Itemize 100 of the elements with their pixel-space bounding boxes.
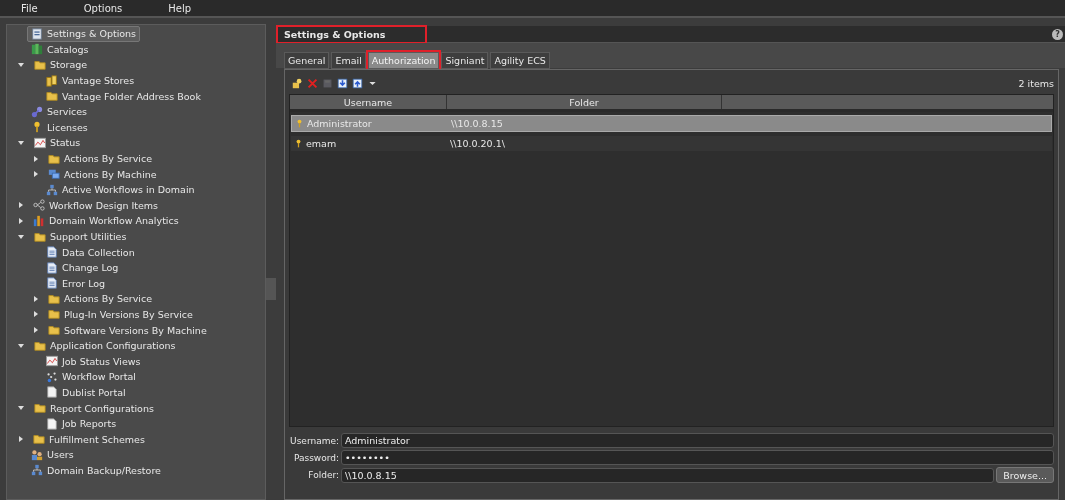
input-field[interactable]: \\10.0.8.15 <box>341 467 995 483</box>
chart-icon <box>46 355 58 368</box>
add-key-icon[interactable] <box>292 77 303 89</box>
tree-item[interactable]: Domain Backup/Restore <box>27 462 165 479</box>
collapse-caret-icon[interactable] <box>18 63 24 67</box>
folder-icon <box>48 324 60 337</box>
tree-item[interactable]: Fulfillment Schemes <box>29 431 149 448</box>
table-cell: \\10.0.20.1\ <box>450 138 505 149</box>
services-icon <box>31 105 43 118</box>
expand-caret-icon[interactable] <box>34 171 38 178</box>
table-cell: emam <box>291 138 450 149</box>
input-field[interactable]: Administrator <box>341 433 1054 448</box>
folder-icon <box>46 90 58 103</box>
folder-icon <box>34 59 46 71</box>
tree-item[interactable]: Storage <box>30 57 92 73</box>
table-cell: Administrator <box>292 118 451 129</box>
tree-item[interactable]: Data Collection <box>42 244 139 261</box>
expand-caret-icon[interactable] <box>34 311 38 318</box>
network-icon <box>46 183 58 196</box>
key-icon <box>295 119 304 128</box>
tab[interactable]: Email <box>331 52 366 69</box>
tab[interactable]: Signiant <box>441 52 489 69</box>
folder-icon <box>48 292 60 305</box>
tree-item[interactable]: Error Log <box>42 275 110 292</box>
expand-caret-icon[interactable] <box>19 217 23 224</box>
import-icon[interactable] <box>337 77 348 89</box>
panel-title: Settings & Options <box>278 26 426 42</box>
folder-icon <box>34 339 46 352</box>
tree-item[interactable]: Domain Workflow Analytics <box>29 212 183 229</box>
tree-item[interactable]: Change Log <box>42 259 123 276</box>
collapse-caret-icon[interactable] <box>18 140 24 145</box>
tree-item[interactable]: Vantage Folder Address Book <box>42 88 205 105</box>
key-icon <box>294 139 303 148</box>
expand-caret-icon[interactable] <box>34 295 38 302</box>
field-label: Password: <box>292 452 339 463</box>
network-icon <box>31 464 43 477</box>
tree-item[interactable]: Status <box>30 134 85 151</box>
item-count: 2 items <box>1018 77 1054 89</box>
password-field[interactable]: •••••••• <box>341 450 1054 465</box>
tree-item[interactable]: Application Configurations <box>30 337 180 354</box>
tree-item[interactable]: Actions By Service <box>44 290 156 307</box>
computer-icon <box>48 168 60 181</box>
document-icon <box>46 261 58 274</box>
store-icon <box>46 74 58 87</box>
tree-item[interactable]: Software Versions By Machine <box>44 322 211 339</box>
tree-item[interactable]: Dublist Portal <box>42 384 130 401</box>
expand-caret-icon[interactable] <box>34 327 38 334</box>
tree-item[interactable]: Job Reports <box>42 415 121 432</box>
tab[interactable]: General <box>284 52 330 69</box>
page-icon <box>46 417 58 430</box>
tree-item[interactable]: Licenses <box>27 119 92 136</box>
tree-item[interactable]: Job Status Views <box>42 353 145 370</box>
expand-caret-icon[interactable] <box>34 155 38 162</box>
menu-item[interactable]: File <box>18 2 41 14</box>
tree-item[interactable]: Settings & Options <box>27 25 141 42</box>
tree-item[interactable]: Actions By Machine <box>44 166 161 183</box>
folder-icon <box>48 308 60 321</box>
folder-icon <box>34 402 46 415</box>
field-label: Username: <box>289 435 339 446</box>
document-icon <box>46 246 58 259</box>
expand-caret-icon[interactable] <box>19 436 23 443</box>
document-icon <box>46 277 58 290</box>
folder-icon <box>48 152 60 165</box>
tree-item[interactable]: Users <box>27 446 78 463</box>
tab[interactable]: Agility ECS <box>490 52 550 69</box>
users-icon <box>31 448 43 461</box>
column-header[interactable]: Folder <box>447 95 722 109</box>
tree-item[interactable]: Workflow Design Items <box>29 197 163 214</box>
nodes-icon <box>33 199 45 212</box>
page-icon <box>46 386 58 399</box>
chart-icon <box>34 136 46 149</box>
tree-item[interactable]: Vantage Stores <box>42 72 139 89</box>
splitter-handle[interactable] <box>266 278 276 300</box>
books-icon <box>31 43 43 56</box>
tree-item[interactable]: Report Configurations <box>30 400 158 417</box>
tree-item[interactable]: Active Workflows in Domain <box>42 181 199 198</box>
key-icon <box>31 121 43 134</box>
settings-icon <box>31 27 43 40</box>
export-icon[interactable] <box>352 77 363 89</box>
tree-item[interactable]: Services <box>27 103 92 120</box>
tree-item[interactable]: Support Utilities <box>30 228 131 245</box>
tree-item[interactable]: Actions By Service <box>44 150 156 167</box>
tree-item[interactable]: Workflow Portal <box>42 368 140 385</box>
bar-chart-icon <box>33 214 45 227</box>
menu-item[interactable]: Help <box>165 2 195 14</box>
folder-icon <box>33 433 45 446</box>
collapse-caret-icon[interactable] <box>18 234 24 239</box>
tree-item[interactable]: Catalogs <box>27 41 93 58</box>
help-button[interactable]: ? <box>1052 28 1063 40</box>
expand-caret-icon[interactable] <box>19 202 23 209</box>
table-row[interactable]: emam \\10.0.20.1\ <box>291 136 1052 151</box>
collapse-caret-icon[interactable] <box>18 406 24 411</box>
field-label: Folder: <box>307 470 339 480</box>
dots-icon <box>46 370 58 383</box>
column-header[interactable]: Username <box>290 95 447 109</box>
tree-item[interactable]: Plug-In Versions By Service <box>44 306 197 323</box>
menu-item[interactable]: Options <box>80 2 126 14</box>
browse-button[interactable]: Browse... <box>996 467 1054 483</box>
collapse-caret-icon[interactable] <box>18 343 24 348</box>
folder-icon <box>34 230 46 243</box>
